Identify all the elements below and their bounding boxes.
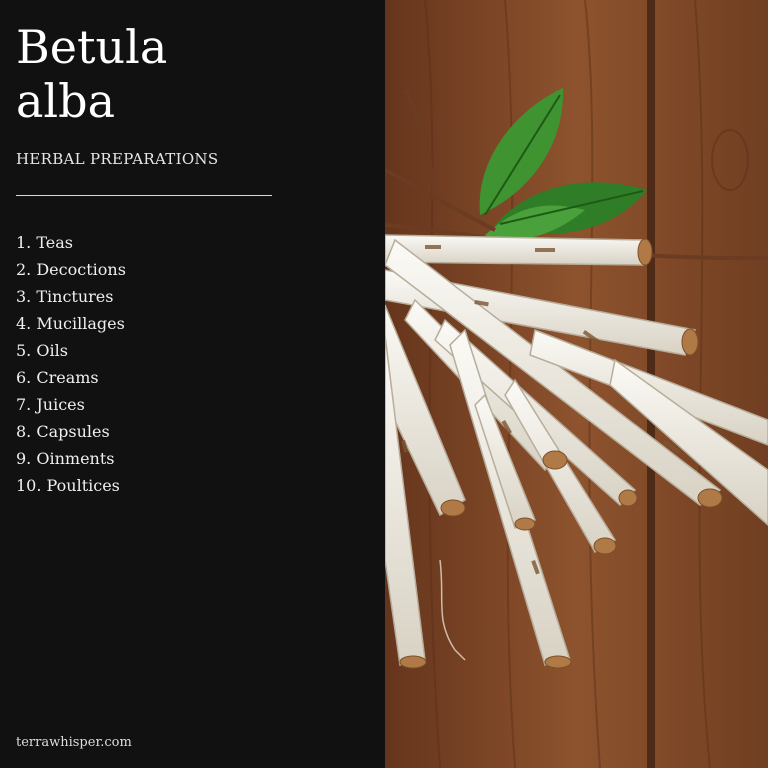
- list-item: 1. Teas: [16, 233, 73, 252]
- list-item: 4. Mucillages: [16, 314, 125, 333]
- list-item: 7. Juices: [16, 395, 85, 414]
- preparations-list: 1. Teas 2. Decoctions 3. Tinctures 4. Mu…: [16, 229, 126, 499]
- divider: [16, 195, 272, 196]
- plant-title-text: Betula alba: [16, 20, 168, 128]
- list-item: 5. Oils: [16, 341, 68, 360]
- list-item: 2. Decoctions: [16, 260, 126, 279]
- info-panel: Betula alba HERBAL PREPARATIONS 1. Teas …: [0, 0, 385, 768]
- herb-card: Betula alba HERBAL PREPARATIONS 1. Teas …: [0, 0, 768, 768]
- list-item: 8. Capsules: [16, 422, 110, 441]
- site-url: terrawhisper.com: [16, 735, 132, 750]
- plant-title: Betula alba: [16, 20, 176, 128]
- list-item: 10. Poultices: [16, 476, 120, 495]
- list-item: 3. Tinctures: [16, 287, 114, 306]
- birch-bark-illustration: [385, 0, 768, 768]
- list-item: 6. Creams: [16, 368, 99, 387]
- list-item: 9. Oinments: [16, 449, 115, 468]
- section-subtitle: HERBAL PREPARATIONS: [16, 150, 219, 168]
- plant-photo: [385, 0, 768, 768]
